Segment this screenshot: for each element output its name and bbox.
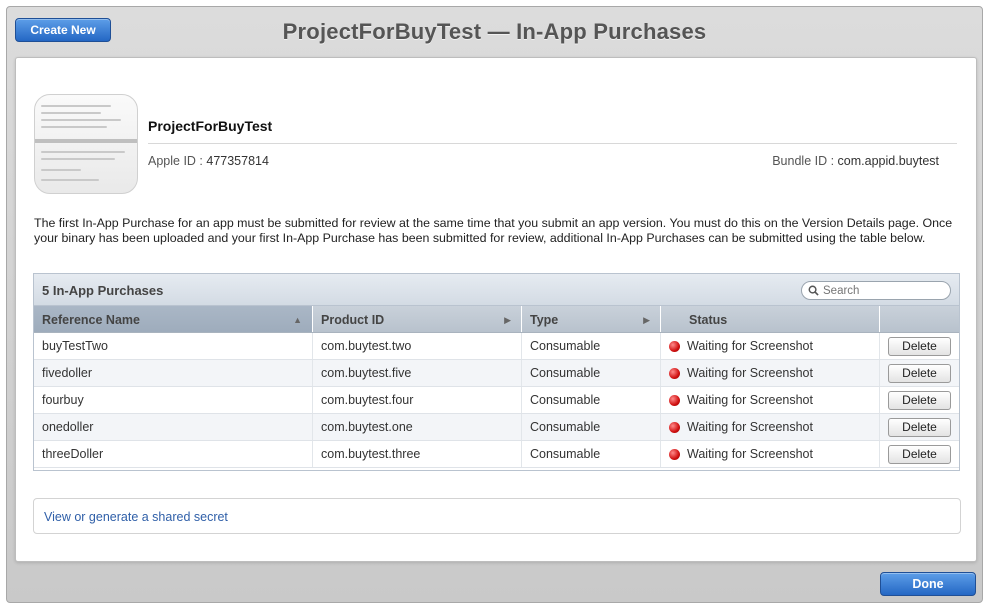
column-label: Type	[530, 313, 559, 327]
column-label: Product ID	[321, 313, 385, 327]
shared-secret-link[interactable]: View or generate a shared secret	[44, 510, 228, 524]
column-status[interactable]: Status	[661, 306, 880, 332]
in-app-purchases-window: Create New ProjectForBuyTest — In-App Pu…	[6, 6, 983, 603]
table-row[interactable]: fourbuy com.buytest.four Consumable Wait…	[34, 387, 959, 414]
product-id-cell: com.buytest.four	[313, 387, 522, 413]
apple-id-label: Apple ID :	[148, 154, 203, 168]
delete-button[interactable]: Delete	[888, 336, 951, 356]
status-text: Waiting for Screenshot	[687, 339, 813, 353]
column-reference-name[interactable]: Reference Name ▲	[34, 306, 313, 332]
app-icon-thumbnail	[34, 94, 138, 194]
action-cell: Delete	[880, 441, 959, 467]
table-row[interactable]: fivedoller com.buytest.five Consumable W…	[34, 360, 959, 387]
main-panel: ProjectForBuyTest Apple ID : 477357814 B…	[15, 57, 977, 562]
column-actions	[880, 306, 959, 332]
delete-button[interactable]: Delete	[888, 390, 951, 410]
type-cell: Consumable	[522, 387, 661, 413]
submission-notice: The first In-App Purchase for an app mus…	[34, 216, 953, 245]
purchase-count: 5 In-App Purchases	[42, 283, 164, 298]
status-text: Waiting for Screenshot	[687, 420, 813, 434]
table-header-bar: 5 In-App Purchases	[34, 274, 959, 306]
status-red-dot-icon	[669, 421, 680, 433]
status-text: Waiting for Screenshot	[687, 447, 813, 461]
search-input[interactable]	[823, 284, 943, 297]
sort-ascending-icon: ▲	[293, 315, 302, 325]
status-cell: Waiting for Screenshot	[661, 360, 880, 386]
column-type[interactable]: Type ▶	[522, 306, 661, 332]
action-cell: Delete	[880, 387, 959, 413]
divider	[148, 143, 957, 144]
product-id-cell: com.buytest.one	[313, 414, 522, 440]
reference-name-cell[interactable]: fourbuy	[34, 387, 313, 413]
table-row[interactable]: threeDoller com.buytest.three Consumable…	[34, 441, 959, 468]
reference-name-cell[interactable]: fivedoller	[34, 360, 313, 386]
action-cell: Delete	[880, 333, 959, 359]
column-product-id[interactable]: Product ID ▶	[313, 306, 522, 332]
delete-button[interactable]: Delete	[888, 444, 951, 464]
status-text: Waiting for Screenshot	[687, 393, 813, 407]
column-label: Status	[689, 313, 728, 327]
done-button[interactable]: Done	[880, 572, 976, 596]
reference-name-cell[interactable]: onedoller	[34, 414, 313, 440]
app-name: ProjectForBuyTest	[148, 118, 273, 134]
search-icon	[808, 285, 819, 296]
status-cell: Waiting for Screenshot	[661, 441, 880, 467]
column-label: Reference Name	[42, 313, 140, 327]
bundle-id: Bundle ID : com.appid.buytest	[772, 154, 939, 168]
delete-button[interactable]: Delete	[888, 417, 951, 437]
bundle-id-label: Bundle ID :	[772, 154, 835, 168]
action-cell: Delete	[880, 360, 959, 386]
status-cell: Waiting for Screenshot	[661, 414, 880, 440]
type-cell: Consumable	[522, 360, 661, 386]
type-cell: Consumable	[522, 414, 661, 440]
in-app-purchases-table: 5 In-App Purchases Reference Name ▲ Prod…	[33, 273, 960, 471]
table-row[interactable]: buyTestTwo com.buytest.two Consumable Wa…	[34, 333, 959, 360]
column-headers: Reference Name ▲ Product ID ▶ Type ▶ Sta…	[34, 306, 959, 333]
product-id-cell: com.buytest.three	[313, 441, 522, 467]
search-field[interactable]	[801, 281, 951, 300]
status-red-dot-icon	[669, 340, 680, 352]
reference-name-cell[interactable]: threeDoller	[34, 441, 313, 467]
status-red-dot-icon	[669, 448, 680, 460]
status-red-dot-icon	[669, 367, 680, 379]
status-cell: Waiting for Screenshot	[661, 333, 880, 359]
shared-secret-box: View or generate a shared secret	[33, 498, 961, 534]
window-title: ProjectForBuyTest — In-App Purchases	[282, 19, 707, 44]
table-row[interactable]: onedoller com.buytest.one Consumable Wai…	[34, 414, 959, 441]
apple-id-value: 477357814	[206, 154, 269, 168]
product-id-cell: com.buytest.two	[313, 333, 522, 359]
status-cell: Waiting for Screenshot	[661, 387, 880, 413]
type-cell: Consumable	[522, 333, 661, 359]
triangle-right-icon: ▶	[504, 315, 511, 325]
triangle-right-icon: ▶	[643, 315, 650, 325]
status-text: Waiting for Screenshot	[687, 366, 813, 380]
type-cell: Consumable	[522, 441, 661, 467]
bundle-id-value: com.appid.buytest	[837, 154, 939, 168]
reference-name-cell[interactable]: buyTestTwo	[34, 333, 313, 359]
apple-id: Apple ID : 477357814	[148, 154, 269, 168]
table-body: buyTestTwo com.buytest.two Consumable Wa…	[34, 333, 959, 468]
product-id-cell: com.buytest.five	[313, 360, 522, 386]
status-red-dot-icon	[669, 394, 680, 406]
delete-button[interactable]: Delete	[888, 363, 951, 383]
action-cell: Delete	[880, 414, 959, 440]
